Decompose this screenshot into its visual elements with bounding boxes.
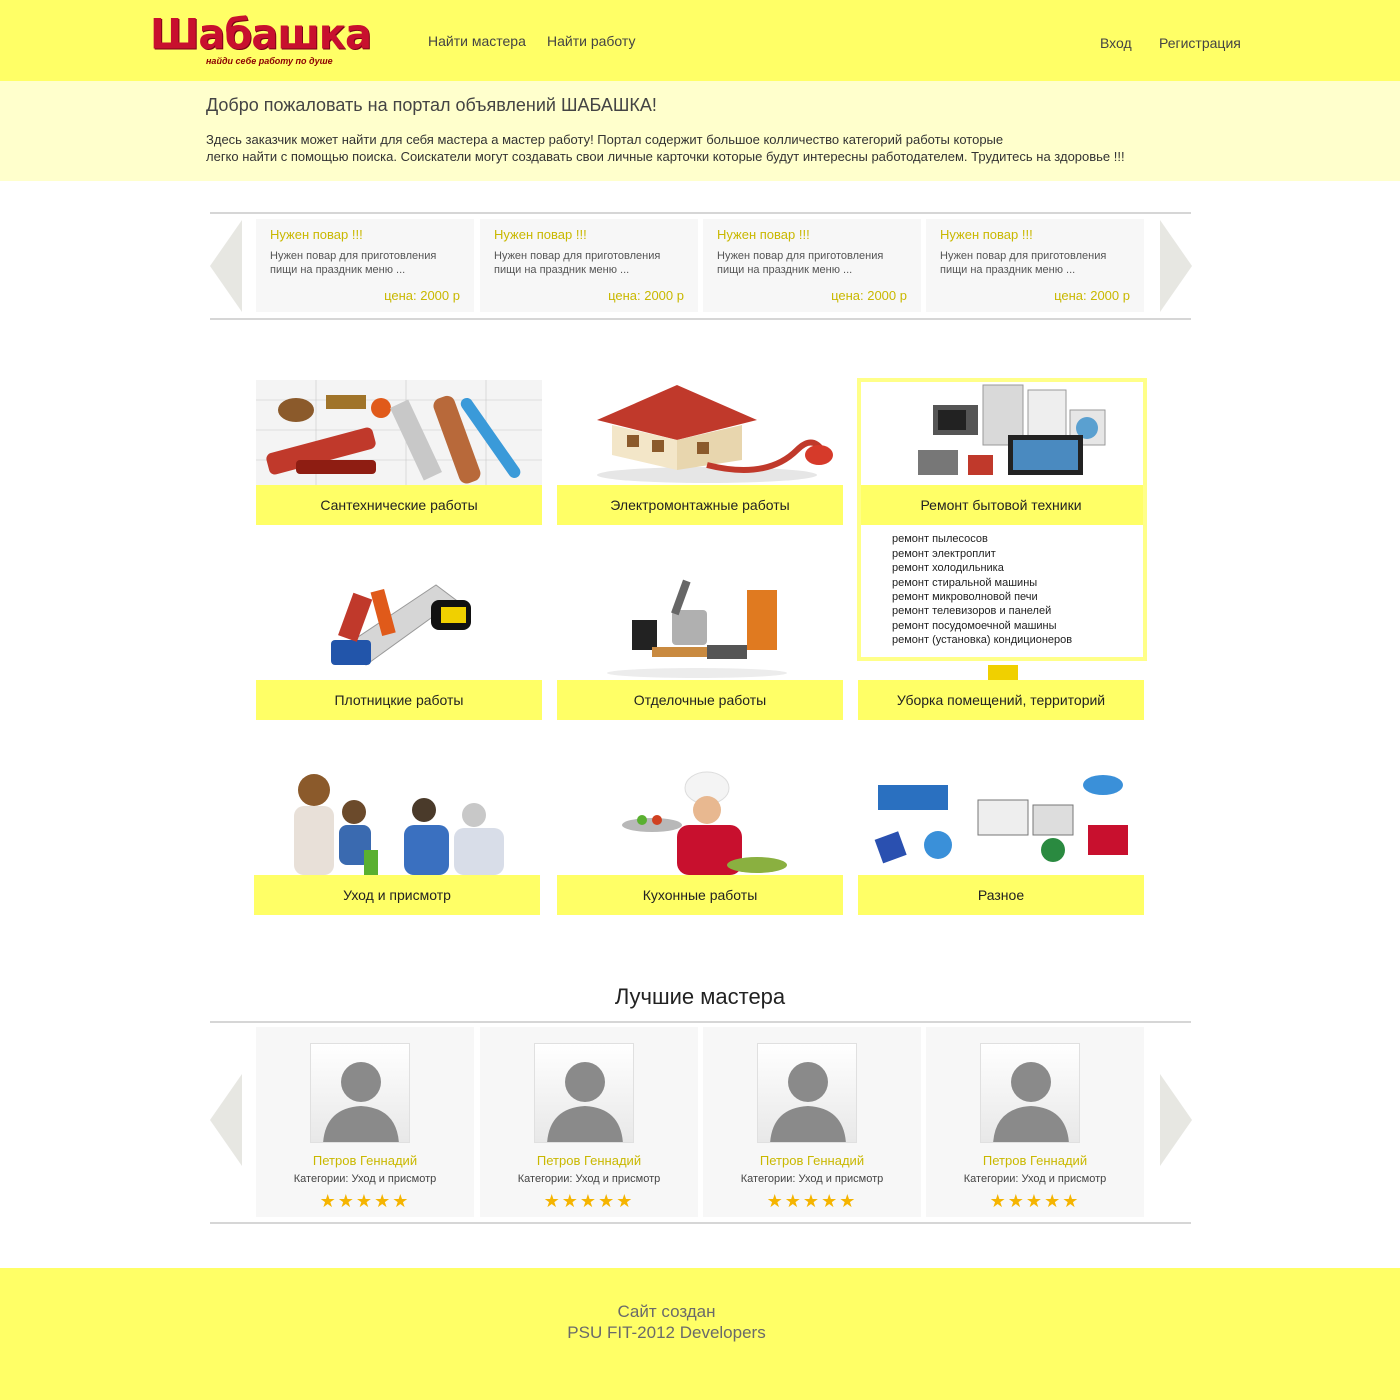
category-care[interactable]: Уход и присмотр (254, 770, 540, 915)
chef-image (557, 770, 843, 875)
masters-section-title: Лучшие мастера (614, 984, 786, 1009)
category-finishing[interactable]: Отделочные работы (557, 575, 843, 720)
avatar (534, 1043, 634, 1143)
master-card[interactable]: Петров Геннадий Категории: Уход и присмо… (703, 1027, 921, 1217)
divider (210, 1222, 1191, 1224)
ad-description-line: Нужен повар для приготовления (717, 250, 884, 262)
ad-description: Нужен повар для приготовления пищи на пр… (717, 249, 917, 277)
plumbing-tools-image (256, 380, 542, 485)
rating-stars-icon: ★★★★★ (766, 1191, 858, 1211)
master-category: Категории: Уход и присмотр (740, 1173, 884, 1185)
category-kitchen[interactable]: Кухонные работы (557, 770, 843, 915)
category-plumbing[interactable]: Сантехнические работы (256, 380, 542, 525)
category-label[interactable]: Электромонтажные работы (557, 485, 843, 525)
footer-credit: Сайт создан (617, 1302, 716, 1321)
ads-prev-arrow-icon[interactable] (210, 220, 242, 312)
footer-developers: PSU FIT-2012 Developers (567, 1323, 766, 1342)
master-card[interactable]: Петров Геннадий Категории: Уход и присмо… (480, 1027, 698, 1217)
ad-title[interactable]: Нужен повар !!! (270, 227, 363, 242)
ad-title[interactable]: Нужен повар !!! (717, 227, 810, 242)
masters-next-arrow-icon[interactable] (1160, 1074, 1192, 1166)
ad-description: Нужен повар для приготовления пищи на пр… (494, 249, 694, 277)
rating-stars-icon: ★★★★★ (543, 1191, 635, 1211)
category-misc[interactable]: Разное (858, 770, 1144, 915)
ad-price: цена: 2000 р (1054, 288, 1130, 303)
site-footer: Сайт создан PSU FIT-2012 Developers (0, 1268, 1400, 1400)
site-logo[interactable]: Шабашка найди себе работу по душе (150, 11, 372, 72)
welcome-section: Добро пожаловать на портал объявлений ША… (0, 81, 1400, 181)
master-category: Категории: Уход и присмотр (517, 1173, 661, 1185)
ad-price: цена: 2000 р (384, 288, 460, 303)
master-name[interactable]: Петров Геннадий (926, 1153, 1144, 1168)
category-label[interactable]: Плотницкие работы (256, 680, 542, 720)
master-card[interactable]: Петров Геннадий Категории: Уход и присмо… (926, 1027, 1144, 1217)
ad-card[interactable]: Нужен повар !!! Нужен повар для приготов… (703, 219, 921, 312)
ad-description-line: пищи на праздник меню ... (940, 264, 1076, 276)
category-electrical[interactable]: Электромонтажные работы (557, 380, 843, 525)
carpentry-tools-image (256, 575, 542, 680)
logo-text: Шабашка (150, 10, 372, 60)
category-label[interactable]: Уход и присмотр (254, 875, 540, 915)
category-label[interactable]: Сантехнические работы (256, 485, 542, 525)
avatar (310, 1043, 410, 1143)
register-link[interactable]: Регистрация (1159, 35, 1241, 51)
welcome-text-line: Здесь заказчик может найти для себя маст… (206, 132, 1004, 147)
web-devices-image (858, 770, 1144, 875)
avatar (757, 1043, 857, 1143)
house-with-plug-image (557, 380, 843, 485)
ad-description-line: Нужен повар для приготовления (494, 250, 661, 262)
finishing-tools-image (557, 575, 843, 680)
ads-next-arrow-icon[interactable] (1160, 220, 1192, 312)
master-name[interactable]: Петров Геннадий (703, 1153, 921, 1168)
ad-price: цена: 2000 р (608, 288, 684, 303)
ad-card[interactable]: Нужен повар !!! Нужен повар для приготов… (480, 219, 698, 312)
divider (210, 212, 1191, 214)
ad-title[interactable]: Нужен повар !!! (940, 227, 1033, 242)
welcome-text-line: легко найти с помощью поиска. Соискатели… (206, 149, 1125, 164)
ad-description-line: Нужен повар для приготовления (940, 250, 1107, 262)
ad-description: Нужен повар для приготовления пищи на пр… (940, 249, 1140, 277)
category-carpentry[interactable]: Плотницкие работы (256, 575, 542, 720)
category-hover-highlight (857, 378, 1147, 661)
masters-prev-arrow-icon[interactable] (210, 1074, 242, 1166)
master-name[interactable]: Петров Геннадий (256, 1153, 474, 1168)
category-label[interactable]: Отделочные работы (557, 680, 843, 720)
welcome-title: Добро пожаловать на портал объявлений ША… (206, 95, 657, 115)
site-header: Шабашка найди себе работу по душе Найти … (0, 0, 1400, 81)
login-link[interactable]: Вход (1100, 35, 1132, 51)
logo-tagline: найди себе работу по душе (206, 56, 333, 66)
master-card[interactable]: Петров Геннадий Категории: Уход и присмо… (256, 1027, 474, 1217)
category-label[interactable]: Кухонные работы (557, 875, 843, 915)
category-label[interactable]: Уборка помещений, территорий (858, 680, 1144, 720)
master-name[interactable]: Петров Геннадий (480, 1153, 698, 1168)
master-category: Категории: Уход и присмотр (963, 1173, 1107, 1185)
ad-description: Нужен повар для приготовления пищи на пр… (270, 249, 470, 277)
ad-description-line: пищи на праздник меню ... (494, 264, 630, 276)
ad-title[interactable]: Нужен повар !!! (494, 227, 587, 242)
welcome-text: Здесь заказчик может найти для себя маст… (206, 131, 1206, 165)
category-label[interactable]: Разное (858, 875, 1144, 915)
rating-stars-icon: ★★★★★ (319, 1191, 411, 1211)
ad-price: цена: 2000 р (831, 288, 907, 303)
ad-card[interactable]: Нужен повар !!! Нужен повар для приготов… (256, 219, 474, 312)
nav-find-master[interactable]: Найти мастера (428, 33, 526, 49)
ad-description-line: пищи на праздник меню ... (270, 264, 406, 276)
ad-description-line: Нужен повар для приготовления (270, 250, 437, 262)
divider (210, 318, 1191, 320)
ad-card[interactable]: Нужен повар !!! Нужен повар для приготов… (926, 219, 1144, 312)
master-category: Категории: Уход и присмотр (293, 1173, 437, 1185)
rating-stars-icon: ★★★★★ (989, 1191, 1081, 1211)
avatar (980, 1043, 1080, 1143)
divider (210, 1021, 1191, 1023)
nav-find-work[interactable]: Найти работу (547, 33, 635, 49)
ad-description-line: пищи на праздник меню ... (717, 264, 853, 276)
family-care-image (254, 770, 540, 875)
